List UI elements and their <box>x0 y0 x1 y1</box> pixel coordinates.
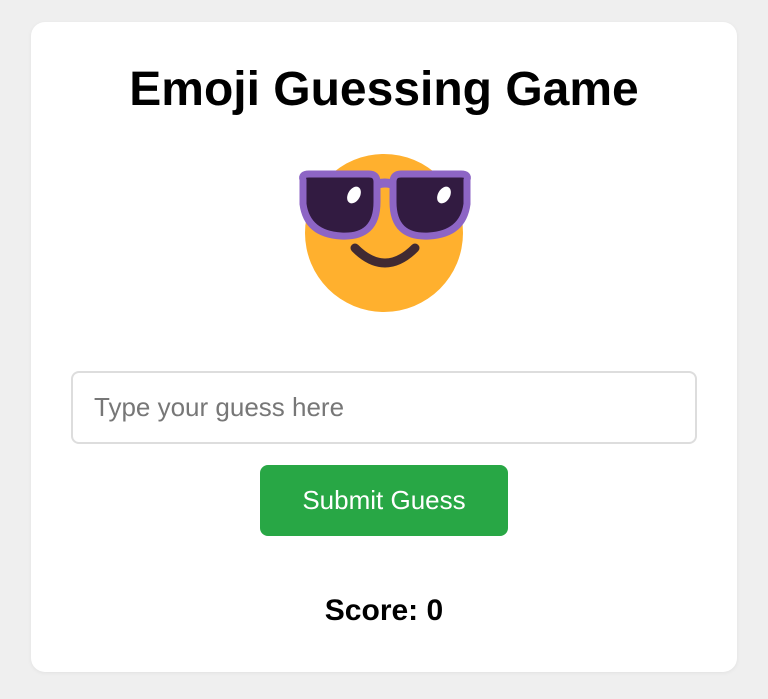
game-card <box>31 22 737 672</box>
score-display: Score: 0 <box>324 594 444 627</box>
submit-guess-button[interactable]: Submit Guess <box>260 465 508 536</box>
smiling-face-with-sunglasses-icon <box>297 150 473 316</box>
glasses-right-lens <box>389 170 471 240</box>
page-title: Emoji Guessing Game <box>129 63 639 116</box>
glasses-left-lens <box>299 170 381 240</box>
guess-input[interactable] <box>71 371 697 444</box>
